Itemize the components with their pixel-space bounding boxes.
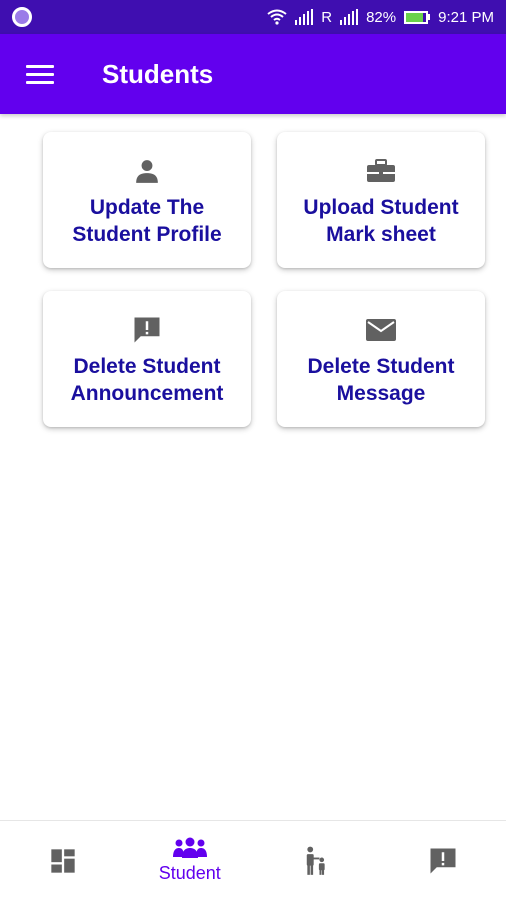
status-time: 9:21 PM [438, 8, 494, 26]
bottom-navigation: Student [0, 820, 506, 900]
status-bar: R 82% 9:21 PM [0, 0, 506, 34]
nav-item-parents[interactable] [253, 821, 380, 900]
card-label: Update The Student Profile [72, 196, 222, 246]
hamburger-menu-icon[interactable] [26, 64, 54, 84]
battery-icon [404, 10, 431, 24]
nav-label-student: Student [158, 863, 221, 883]
update-student-profile-card[interactable]: Update The Student Profile [43, 132, 251, 268]
delete-student-message-card[interactable]: Delete Student Message [277, 291, 485, 427]
app-bar: Students [0, 34, 506, 114]
battery-percent: 82% [366, 8, 397, 26]
feedback-icon [430, 848, 456, 873]
card-label: Upload Student Mark sheet [303, 196, 459, 246]
delete-student-announcement-card[interactable]: Delete Student Announcement [43, 291, 251, 427]
signal-sim1-icon [295, 9, 314, 25]
nav-item-feedback[interactable] [380, 821, 506, 900]
dashboard-icon [51, 848, 75, 873]
mail-icon [366, 315, 396, 345]
card-label: Delete Student Message [307, 355, 455, 405]
page-title: Students [102, 58, 214, 89]
upload-mark-sheet-card[interactable]: Upload Student Mark sheet [277, 132, 485, 268]
wifi-icon [267, 9, 287, 25]
briefcase-icon [366, 156, 396, 186]
card-label: Delete Student Announcement [70, 355, 224, 405]
notification-circle-icon [12, 7, 32, 27]
group-icon [172, 837, 207, 858]
carrier-letter: R [321, 8, 333, 26]
nav-item-student[interactable]: Student [127, 821, 254, 900]
parent-child-icon [307, 846, 325, 875]
signal-sim2-icon [340, 9, 359, 25]
person-icon [132, 156, 162, 186]
announcement-icon [132, 315, 162, 345]
nav-item-dashboard[interactable] [0, 821, 127, 900]
battery-fill [406, 12, 423, 22]
status-icons: R 82% 9:21 PM [267, 9, 494, 26]
